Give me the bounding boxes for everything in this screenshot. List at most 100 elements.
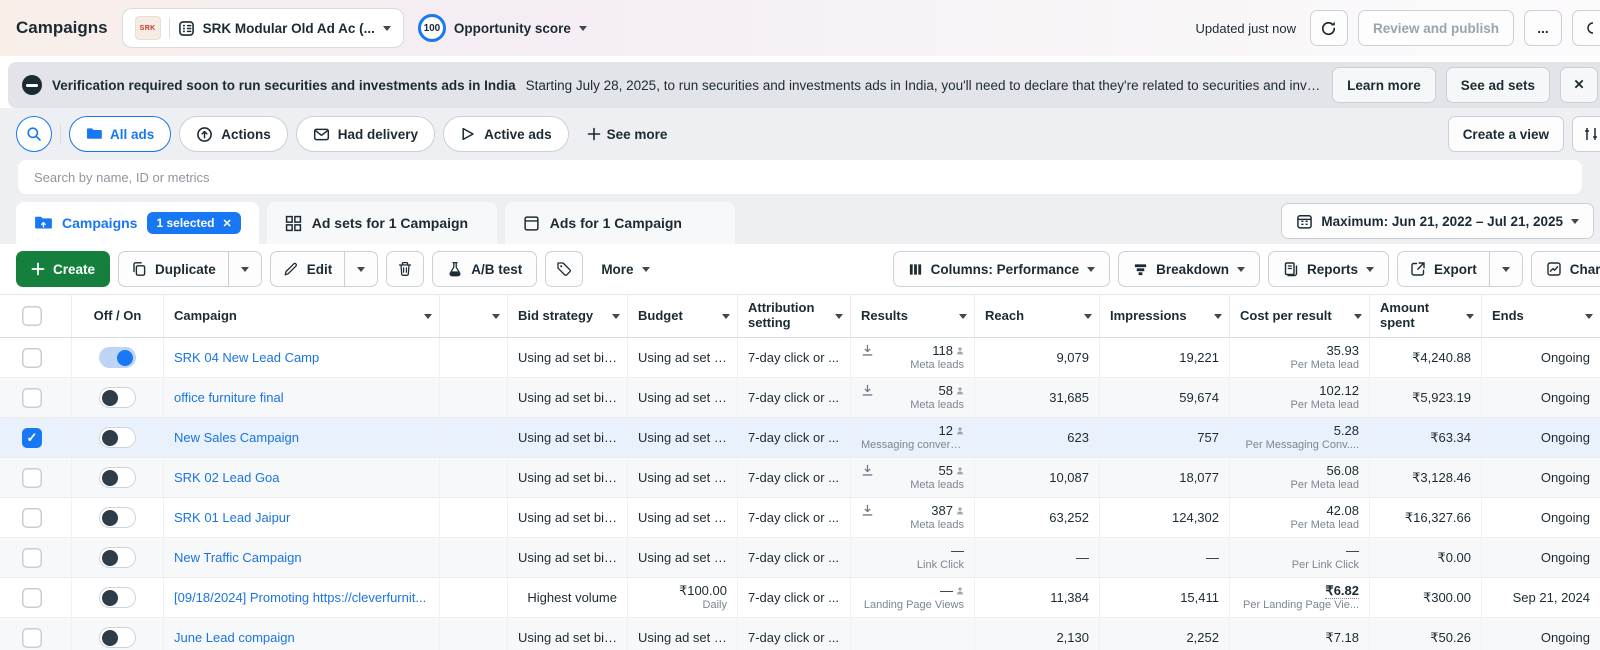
campaign-link[interactable]: June Lead compaign [174, 630, 429, 646]
campaign-toggle[interactable] [99, 467, 136, 488]
cost-per-result-value: 5.28 [1334, 423, 1359, 439]
cost-per-result-value: 35.93 [1326, 343, 1359, 359]
see-ad-sets-button[interactable]: See ad sets [1446, 67, 1550, 103]
row-checkbox[interactable] [22, 388, 42, 408]
ad-account-selector[interactable]: SRK SRK Modular Old Ad Ac (... [122, 8, 404, 48]
amount-spent-value: ₹16,327.66 [1405, 510, 1471, 526]
column-header-amount-spent[interactable]: Amount spent [1370, 295, 1482, 337]
amount-spent-value: ₹4,240.88 [1412, 350, 1471, 366]
column-header-reach[interactable]: Reach [975, 295, 1100, 337]
row-checkbox[interactable] [22, 508, 42, 528]
toggle-knob [117, 350, 133, 366]
opportunity-score[interactable]: 100 Opportunity score [418, 14, 587, 42]
column-header-ends[interactable]: Ends [1482, 295, 1600, 337]
campaign-link[interactable]: office furniture final [174, 390, 429, 406]
sort-caret-icon [1585, 314, 1593, 319]
row-checkbox[interactable] [22, 348, 42, 368]
breakdown-button[interactable]: Breakdown [1118, 251, 1260, 287]
campaign-toggle[interactable] [99, 587, 136, 608]
download-icon[interactable] [861, 344, 874, 357]
filter-pill-had-delivery[interactable]: Had delivery [296, 116, 435, 152]
clear-selection-icon[interactable]: ✕ [223, 217, 232, 230]
campaign-link[interactable]: [09/18/2024] Promoting https://cleverfur… [174, 590, 429, 606]
breakdown-icon [1133, 262, 1148, 277]
column-header-impressions[interactable]: Impressions [1100, 295, 1230, 337]
ellipsis-icon: ... [1537, 21, 1548, 36]
delete-button[interactable] [386, 251, 424, 287]
ab-test-button[interactable]: A/B test [432, 251, 537, 287]
tab-ads[interactable]: Ads for 1 Campaign [505, 202, 735, 244]
top-bar: Campaigns SRK SRK Modular Old Ad Ac (...… [0, 0, 1600, 56]
columns-button[interactable]: Columns: Performance [893, 251, 1111, 287]
column-header-cost-per-result[interactable]: Cost per result [1230, 295, 1370, 337]
campaign-toggle[interactable] [99, 427, 136, 448]
column-header-attribution[interactable]: Attribution setting [738, 295, 851, 337]
column-header-budget[interactable]: Budget [628, 295, 738, 337]
table-row: June Lead compaign Using ad set bid... U… [0, 618, 1600, 650]
download-icon[interactable] [861, 464, 874, 477]
row-checkbox[interactable] [22, 548, 42, 568]
table-row: SRK 02 Lead Goa Using ad set bid... Usin… [0, 458, 1600, 498]
filter-pill-all-ads[interactable]: All ads [69, 116, 171, 152]
edit-button[interactable]: Edit [271, 252, 345, 286]
banner-close-button[interactable]: ✕ [1560, 67, 1598, 103]
download-icon[interactable] [861, 384, 874, 397]
duplicate-dropdown[interactable] [228, 252, 261, 286]
campaign-toggle[interactable] [99, 507, 136, 528]
campaign-toggle[interactable] [99, 347, 136, 368]
search-input[interactable] [18, 160, 1582, 194]
tag-button[interactable] [545, 251, 583, 287]
export-button[interactable]: Export [1398, 252, 1489, 286]
budget-value: ₹100.00 [679, 583, 727, 599]
filter-pill-active-ads[interactable]: Active ads [443, 116, 569, 152]
campaign-link[interactable]: SRK 01 Lead Jaipur [174, 510, 429, 526]
date-range-selector[interactable]: Maximum: Jun 21, 2022 – Jul 21, 2025 [1281, 203, 1594, 239]
campaign-toggle[interactable] [99, 627, 136, 648]
sort-caret-icon [492, 314, 500, 319]
duplicate-button[interactable]: Duplicate [119, 252, 228, 286]
attribution-value: 7-day click or ... [748, 550, 840, 566]
row-checkbox[interactable] [22, 468, 42, 488]
column-header-results[interactable]: Results [851, 295, 975, 337]
chevron-down-icon [1366, 267, 1374, 272]
charts-button[interactable]: Chart [1531, 251, 1600, 287]
create-button[interactable]: Create [16, 251, 110, 287]
collapse-panel-button[interactable] [1572, 10, 1600, 46]
reports-button[interactable]: Reports [1268, 251, 1389, 287]
tab-ad-sets[interactable]: Ad sets for 1 Campaign [267, 202, 497, 244]
campaign-toggle[interactable] [99, 547, 136, 568]
campaign-link[interactable]: SRK 04 New Lead Camp [174, 350, 429, 366]
filter-pill-actions[interactable]: Actions [179, 116, 288, 152]
impressions-value: — [1206, 550, 1219, 566]
column-header-bid-strategy[interactable]: Bid strategy [508, 295, 628, 337]
export-dropdown[interactable] [1489, 252, 1522, 286]
search-filter-button[interactable] [16, 116, 52, 152]
column-header-campaign[interactable]: Campaign [164, 295, 440, 337]
cost-per-result-value: ₹7.18 [1325, 630, 1359, 646]
more-options-button[interactable]: ... [1524, 10, 1562, 46]
edit-dropdown[interactable] [344, 252, 377, 286]
see-more-filters[interactable]: See more [577, 127, 678, 142]
filter-bar: All ads Actions Had delivery Active ads [16, 116, 1584, 152]
selected-count-badge[interactable]: 1 selected ✕ [147, 212, 240, 234]
create-a-view-button[interactable]: Create a view [1448, 116, 1564, 152]
plus-icon [31, 262, 45, 276]
column-header-extra[interactable] [440, 295, 508, 337]
tab-campaigns[interactable]: Campaigns 1 selected ✕ [16, 202, 259, 244]
campaign-link[interactable]: New Sales Campaign [174, 430, 429, 446]
campaign-link[interactable]: New Traffic Campaign [174, 550, 429, 566]
more-actions-button[interactable]: More [591, 251, 659, 287]
view-settings-button[interactable] [1572, 116, 1600, 152]
campaign-link[interactable]: SRK 02 Lead Goa [174, 470, 429, 486]
banner-body: Starting July 28, 2025, to run securitie… [526, 78, 1323, 93]
refresh-button[interactable] [1310, 10, 1348, 46]
row-checkbox[interactable] [22, 588, 42, 608]
learn-more-button[interactable]: Learn more [1332, 67, 1436, 103]
row-checkbox[interactable] [22, 428, 42, 448]
review-and-publish-button[interactable]: Review and publish [1358, 10, 1514, 46]
row-checkbox[interactable] [22, 628, 42, 648]
campaign-toggle[interactable] [99, 387, 136, 408]
download-icon[interactable] [861, 504, 874, 517]
reach-value: 11,384 [1050, 590, 1089, 606]
select-all-checkbox[interactable] [22, 306, 42, 326]
